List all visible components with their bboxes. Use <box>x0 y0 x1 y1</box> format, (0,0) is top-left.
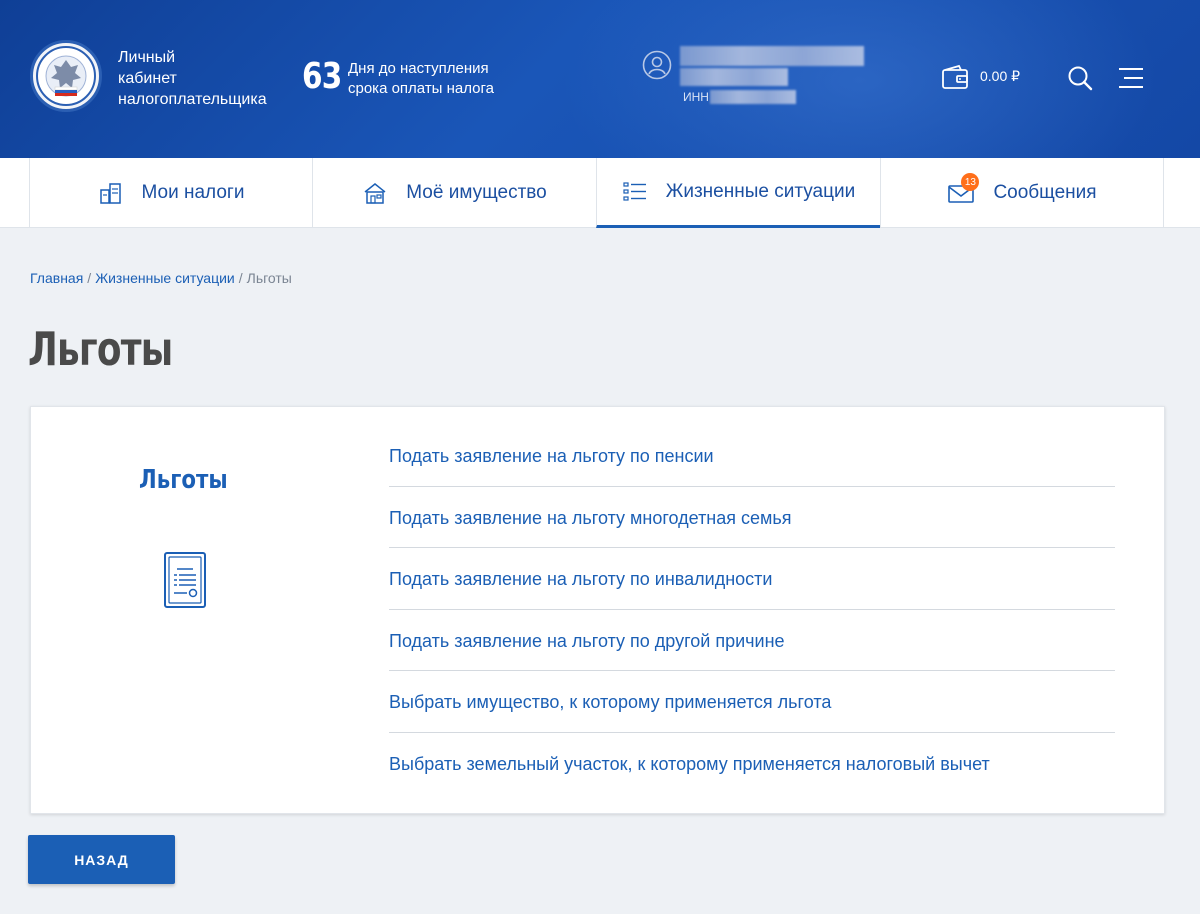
benefit-links-list: Подать заявление на льготу по пенсии Под… <box>389 425 1115 794</box>
link-choose-property[interactable]: Выбрать имущество, к которому применяетс… <box>389 671 1115 733</box>
emblem-icon <box>36 46 96 106</box>
logo-line-1: Личный <box>118 49 176 66</box>
search-icon[interactable] <box>1066 64 1094 97</box>
link-other-benefit[interactable]: Подать заявление на льготу по другой при… <box>389 610 1115 671</box>
breadcrumb-life-situations[interactable]: Жизненные ситуации <box>95 270 235 286</box>
fns-emblem-logo[interactable] <box>30 40 102 112</box>
wallet-icon[interactable] <box>941 64 969 95</box>
page-title: Льготы <box>28 322 173 376</box>
mail-icon: 13 <box>947 173 980 205</box>
user-avatar-icon[interactable] <box>642 50 672 85</box>
tab-life-situations[interactable]: Жизненные ситуации <box>596 158 880 228</box>
account-balance[interactable]: 0.00 ₽ <box>980 68 1020 85</box>
inn-label: ИНН <box>683 90 709 104</box>
inn-value-redacted <box>710 90 796 104</box>
hamburger-menu-icon[interactable] <box>1118 67 1144 94</box>
breadcrumb: Главная / Жизненные ситуации / Льготы <box>30 270 292 286</box>
tab-label: Жизненные ситуации <box>665 180 856 202</box>
link-choose-land-plot[interactable]: Выбрать земельный участок, к которому пр… <box>389 733 1115 795</box>
days-until-payment-count: 63 <box>302 56 342 97</box>
tab-my-property[interactable]: Моё имущество <box>312 158 596 228</box>
breadcrumb-separator: / <box>87 270 92 286</box>
tab-label: Моё имущество <box>406 182 547 203</box>
logo-title[interactable]: Личный кабинет налогоплательщика <box>118 47 298 110</box>
certificate-icon <box>163 551 207 614</box>
breadcrumb-home[interactable]: Главная <box>30 270 83 286</box>
taxes-icon <box>98 180 124 206</box>
days-until-payment-label: Дня до наступления срока оплаты налога <box>348 59 548 99</box>
back-button[interactable]: НАЗАД <box>28 835 175 884</box>
user-name-redacted-2 <box>680 68 788 86</box>
card-title: Льготы <box>139 465 228 495</box>
list-icon <box>622 179 648 205</box>
messages-count-badge: 13 <box>961 173 980 191</box>
tab-my-taxes[interactable]: Мои налоги <box>29 158 312 228</box>
breadcrumb-separator: / <box>238 270 243 286</box>
days-line-1: Дня до наступления <box>348 60 489 77</box>
tab-label: Сообщения <box>993 182 1097 203</box>
benefits-card: Льготы Подать заявление на льготу по пен… <box>30 406 1165 814</box>
link-disability-benefit[interactable]: Подать заявление на льготу по инвалиднос… <box>389 548 1115 610</box>
breadcrumb-current: Льготы <box>246 270 292 286</box>
property-icon <box>362 180 388 206</box>
header: Личный кабинет налогоплательщика 63 Дня … <box>0 0 1200 158</box>
logo-line-2: кабинет <box>118 70 177 87</box>
main-nav: Мои налоги Моё имущество Жизненные ситуа… <box>0 158 1200 228</box>
tab-label: Мои налоги <box>141 182 245 203</box>
link-pension-benefit[interactable]: Подать заявление на льготу по пенсии <box>389 425 1115 487</box>
user-name-redacted[interactable] <box>680 46 864 66</box>
tab-messages[interactable]: 13 Сообщения <box>880 158 1164 228</box>
days-line-2: срока оплаты налога <box>348 80 495 97</box>
link-large-family-benefit[interactable]: Подать заявление на льготу многодетная с… <box>389 487 1115 548</box>
logo-line-3: налогоплательщика <box>118 91 267 108</box>
